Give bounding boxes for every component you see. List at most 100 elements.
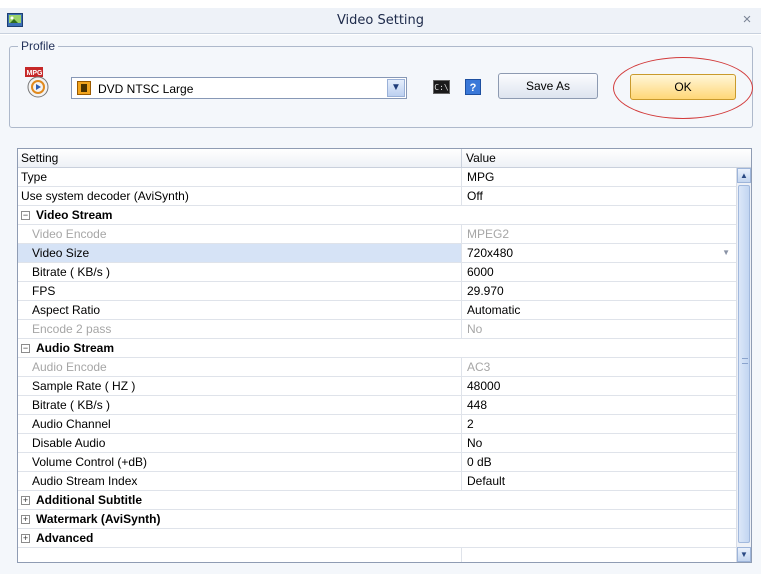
table-row[interactable]: Disable Audio No xyxy=(18,434,736,453)
column-header-value[interactable]: Value xyxy=(466,151,496,165)
title-bar: Video Setting × xyxy=(0,8,761,34)
value-cell[interactable]: Automatic xyxy=(461,301,736,319)
value-cell xyxy=(461,529,736,547)
table-row[interactable]: FPS 29.970 xyxy=(18,282,736,301)
table-row[interactable]: Aspect Ratio Automatic xyxy=(18,301,736,320)
vertical-scrollbar[interactable]: ▲ ▼ xyxy=(736,168,751,562)
group-title: Additional Subtitle xyxy=(36,493,142,507)
highlight-circle xyxy=(613,57,753,119)
group-row-watermark[interactable]: + Watermark (AviSynth) xyxy=(18,510,736,529)
window-title: Video Setting xyxy=(336,13,425,28)
floppy-disk-icon xyxy=(77,81,91,95)
table-row-selected[interactable]: Video Size 720x480 ▼ xyxy=(18,244,736,263)
scroll-up-icon[interactable]: ▲ xyxy=(737,168,751,183)
setting-cell: Use system decoder (AviSynth) xyxy=(21,189,189,203)
table-row[interactable]: Use system decoder (AviSynth) Off xyxy=(18,187,736,206)
grid-header: Setting Value xyxy=(18,149,751,168)
value-cell[interactable]: 2 xyxy=(461,415,736,433)
setting-cell: Bitrate ( KB/s ) xyxy=(32,398,111,412)
collapse-toggle-icon[interactable]: − xyxy=(21,344,30,354)
group-label: − Audio Stream xyxy=(18,339,461,357)
value-text: 720x480 xyxy=(467,246,514,260)
table-row[interactable]: Audio Stream Index Default xyxy=(18,472,736,491)
chevron-down-icon[interactable]: ▼ xyxy=(387,79,405,97)
column-header-setting[interactable]: Setting xyxy=(21,151,58,165)
setting-cell: Bitrate ( KB/s ) xyxy=(32,265,111,279)
setting-cell: FPS xyxy=(32,284,56,298)
setting-cell: Sample Rate ( HZ ) xyxy=(32,379,136,393)
save-as-button[interactable]: Save As xyxy=(498,73,598,99)
empty-cell xyxy=(18,548,461,562)
value-cell[interactable]: No xyxy=(461,434,736,452)
group-row-video-stream[interactable]: − Video Stream xyxy=(18,206,736,225)
group-label: − Video Stream xyxy=(18,206,461,224)
value-cell xyxy=(461,510,736,528)
value-cell xyxy=(461,206,736,224)
group-label: + Advanced xyxy=(18,529,461,547)
value-cell[interactable]: 48000 xyxy=(461,377,736,395)
setting-cell: Aspect Ratio xyxy=(32,303,101,317)
value-cell[interactable]: 29.970 xyxy=(461,282,736,300)
grid-rows: Type MPG Use system decoder (AviSynth) O… xyxy=(18,168,736,562)
value-cell xyxy=(461,491,736,509)
setting-cell: Audio Encode xyxy=(32,360,107,374)
value-cell[interactable]: 6000 xyxy=(461,263,736,281)
group-title: Watermark (AviSynth) xyxy=(36,512,161,526)
value-cell: No xyxy=(461,320,736,338)
setting-cell: Volume Control (+dB) xyxy=(32,455,148,469)
group-row-audio-stream[interactable]: − Audio Stream xyxy=(18,339,736,358)
setting-cell: Audio Channel xyxy=(32,417,111,431)
group-title: Video Stream xyxy=(36,208,113,222)
collapse-toggle-icon[interactable]: − xyxy=(21,211,30,221)
value-cell: MPEG2 xyxy=(461,225,736,243)
value-cell[interactable]: Default xyxy=(461,472,736,490)
help-icon[interactable]: ? xyxy=(465,79,481,95)
table-row: Video Encode MPEG2 xyxy=(18,225,736,244)
group-label: + Watermark (AviSynth) xyxy=(18,510,461,528)
setting-cell: Audio Stream Index xyxy=(32,474,138,488)
expand-toggle-icon[interactable]: + xyxy=(21,534,30,544)
value-cell[interactable]: 448 xyxy=(461,396,736,414)
column-divider[interactable] xyxy=(461,149,462,168)
profile-select[interactable]: DVD NTSC Large ▼ xyxy=(71,77,407,99)
table-row[interactable]: Sample Rate ( HZ ) 48000 xyxy=(18,377,736,396)
value-cell[interactable]: 0 dB xyxy=(461,453,736,471)
chevron-down-icon[interactable]: ▼ xyxy=(722,244,730,262)
table-row: Audio Encode AC3 xyxy=(18,358,736,377)
value-cell xyxy=(461,339,736,357)
value-cell[interactable]: Off xyxy=(461,187,736,205)
table-row: Encode 2 pass No xyxy=(18,320,736,339)
expand-toggle-icon[interactable]: + xyxy=(21,515,30,525)
table-row[interactable]: Type MPG xyxy=(18,168,736,187)
profile-selected-value: DVD NTSC Large xyxy=(98,82,194,96)
table-row[interactable]: Volume Control (+dB) 0 dB xyxy=(18,453,736,472)
group-title: Advanced xyxy=(36,531,94,545)
command-prompt-icon[interactable]: C:\ xyxy=(433,80,450,94)
empty-cell xyxy=(461,548,736,562)
empty-row xyxy=(18,548,736,562)
group-row-additional-subtitle[interactable]: + Additional Subtitle xyxy=(18,491,736,510)
expand-toggle-icon[interactable]: + xyxy=(21,496,30,506)
mpg-profile-icon: MPG xyxy=(25,67,53,99)
profile-legend: Profile xyxy=(18,39,59,53)
table-row[interactable]: Bitrate ( KB/s ) 448 xyxy=(18,396,736,415)
profile-group: Profile MPG DVD NTSC Large ▼ C:\ ? Save … xyxy=(9,39,753,128)
value-cell[interactable]: MPG xyxy=(461,168,736,186)
group-title: Audio Stream xyxy=(36,341,115,355)
scroll-down-icon[interactable]: ▼ xyxy=(737,547,751,562)
group-label: + Additional Subtitle xyxy=(18,491,461,509)
value-cell: AC3 xyxy=(461,358,736,376)
close-icon[interactable]: × xyxy=(739,11,755,29)
dialog-body: Profile MPG DVD NTSC Large ▼ C:\ ? Save … xyxy=(0,35,761,574)
grip-icon xyxy=(742,358,748,364)
svg-text:MPG: MPG xyxy=(27,70,44,77)
setting-cell: Type xyxy=(21,170,48,184)
setting-cell: Encode 2 pass xyxy=(32,322,112,336)
setting-cell: Disable Audio xyxy=(32,436,106,450)
value-cell-dropdown[interactable]: 720x480 ▼ xyxy=(461,244,736,262)
table-row[interactable]: Audio Channel 2 xyxy=(18,415,736,434)
setting-cell: Video Size xyxy=(18,244,461,262)
table-row[interactable]: Bitrate ( KB/s ) 6000 xyxy=(18,263,736,282)
group-row-advanced[interactable]: + Advanced xyxy=(18,529,736,548)
scrollbar-thumb[interactable] xyxy=(738,185,750,543)
